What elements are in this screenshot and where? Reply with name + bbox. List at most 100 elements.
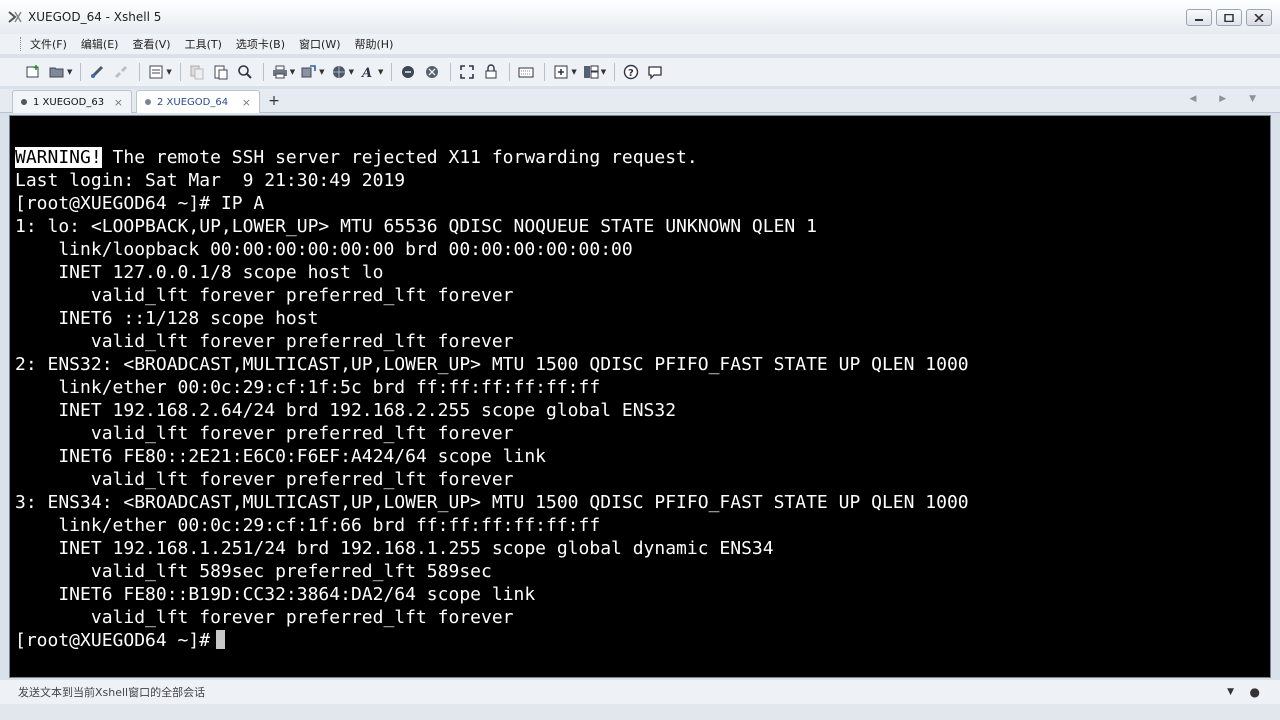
terminal-line: Last login: Sat Mar 9 21:30:49 2019 [15,170,406,191]
connect-icon [91,65,104,79]
terminal-line: valid_lft 589sec preferred_lft 589sec [15,561,492,582]
disconnect-icon [115,65,128,79]
menu-file[interactable]: 文件(F) [30,36,67,52]
terminal-line: link/ether 00:0c:29:cf:1f:66 brd ff:ff:f… [15,515,601,536]
add-icon [554,65,568,79]
help-button[interactable]: ? [620,61,642,83]
maximize-button[interactable] [1216,9,1242,26]
terminal-output: WARNING! The remote SSH server rejected … [15,146,969,652]
transfer-dropdown-icon[interactable]: ▼ [319,68,324,76]
print-dropdown-icon[interactable]: ▼ [290,68,295,76]
toolbar-separator [262,63,264,81]
terminal-line: link/loopback 00:00:00:00:00:00 brd 00:0… [15,239,633,260]
xftp-icon [402,66,415,78]
font-button[interactable]: A [357,61,379,83]
tab-label: 2 XUEGOD_64 [157,96,229,108]
minimize-button[interactable] [1186,9,1212,26]
fullscreen-icon [460,65,475,79]
menu-view[interactable]: 查看(V) [132,36,170,52]
layout-dropdown-icon[interactable]: ▼ [601,68,606,76]
toolbar-separator [509,63,511,81]
open-button[interactable] [46,61,68,83]
globe-icon [332,66,345,78]
toolbar-separator [80,63,82,81]
add-button[interactable] [550,61,572,83]
keyboard-button[interactable] [515,61,537,83]
properties-dropdown-icon[interactable]: ▼ [166,68,171,76]
add-dropdown-icon[interactable]: ▼ [571,68,576,76]
terminal-screen[interactable]: WARNING! The remote SSH server rejected … [9,115,1271,678]
toolbar-separator [450,63,452,81]
new-session-button[interactable] [22,61,44,83]
terminal-scrollbar[interactable] [1258,116,1270,677]
terminal-line: valid_lft forever preferred_lft forever [15,331,514,352]
window-title: XUEGOD_64 - Xshell 5 [28,10,162,24]
disconnect-button[interactable] [110,61,132,83]
toolbar-separator [544,63,546,81]
help-icon: ? [623,64,639,80]
tab-navigation[interactable]: ◀ ▶ ▼ [1190,94,1267,104]
terminal-line: 1: lo: <LOOPBACK,UP,LOWER_UP> MTU 65536 … [15,216,817,237]
copy-button[interactable] [186,61,208,83]
compose-bar[interactable]: 发送文本到当前Xshell窗口的全部会话 [0,680,1280,704]
chat-icon [648,66,662,80]
title-bar: XUEGOD_64 - Xshell 5 [0,0,1280,34]
terminal-line: WARNING! The remote SSH server rejected … [15,146,969,169]
terminal-line: INET 127.0.0.1/8 scope host lo [15,262,384,283]
terminal-prompt-line: [root@XUEGOD64 ~]# [15,629,969,652]
print-icon [272,65,287,79]
xmanager-button[interactable] [421,61,443,83]
toolbar-separator [179,63,181,81]
font-dropdown-icon[interactable]: ▼ [378,68,383,76]
menu-tools[interactable]: 工具(T) [185,36,222,52]
paste-button[interactable] [210,61,232,83]
text-cursor [216,630,226,649]
connect-button[interactable] [86,61,108,83]
globe-button[interactable] [328,61,350,83]
terminal-line: INET 192.168.1.251/24 brd 192.168.1.255 … [15,538,774,559]
layout-button[interactable] [580,61,602,83]
tab-close-icon[interactable]: × [242,96,251,109]
session-status-icon [145,99,151,105]
menu-tabs[interactable]: 选项卡(B) [236,36,285,52]
terminal-line: [root@XUEGOD64 ~]# IP A [15,193,265,214]
lock-button[interactable] [480,61,502,83]
menu-bar: 文件(F) 编辑(E) 查看(V) 工具(T) 选项卡(B) 窗口(W) 帮助(… [0,34,1280,54]
open-icon [49,67,64,78]
chat-button[interactable] [644,61,666,83]
compose-close-icon[interactable]: ● [1250,685,1260,699]
maximize-icon [1224,13,1234,22]
transfer-icon [301,65,316,78]
xmanager-icon [426,66,439,78]
warning-message: The remote SSH server rejected X11 forwa… [101,147,698,168]
send-text-placeholder: 发送文本到当前Xshell窗口的全部会话 [18,686,206,699]
terminal-line: 3: ENS34: <BROADCAST,MULTICAST,UP,LOWER_… [15,492,969,513]
compose-dropdown-icon[interactable]: ▼ [1227,687,1234,697]
new-session-icon [26,65,39,78]
properties-button[interactable] [145,61,167,83]
close-button[interactable] [1246,9,1272,26]
menu-edit[interactable]: 编辑(E) [81,36,119,52]
transfer-button[interactable] [298,61,320,83]
new-tab-button[interactable]: + [264,91,284,111]
session-status-icon [21,99,27,105]
fullscreen-button[interactable] [456,61,478,83]
tab-close-icon[interactable]: × [114,96,123,109]
properties-icon [149,65,163,79]
minimize-icon [1195,18,1203,21]
tab-xuegod-63[interactable]: 1 XUEGOD_63 × [12,90,132,113]
terminal-line: link/ether 00:0c:29:cf:1f:5c brd ff:ff:f… [15,377,601,398]
open-dropdown-icon[interactable]: ▼ [67,68,72,76]
menu-window[interactable]: 窗口(W) [299,36,340,52]
tab-xuegod-64[interactable]: 2 XUEGOD_64 × [136,90,260,113]
terminal-line: valid_lft forever preferred_lft forever [15,285,514,306]
xftp-button[interactable] [397,61,419,83]
menu-help[interactable]: 帮助(H) [355,36,394,52]
font-icon: A [360,66,372,80]
toolbar: ▼ ▼ ▼ ▼ ▼ A ▼ ▼ ▼ ? [0,58,1280,86]
globe-dropdown-icon[interactable]: ▼ [349,68,354,76]
print-button[interactable] [269,61,291,83]
find-button[interactable] [234,61,256,83]
toolbar-separator [391,63,393,81]
layout-icon [583,65,599,79]
